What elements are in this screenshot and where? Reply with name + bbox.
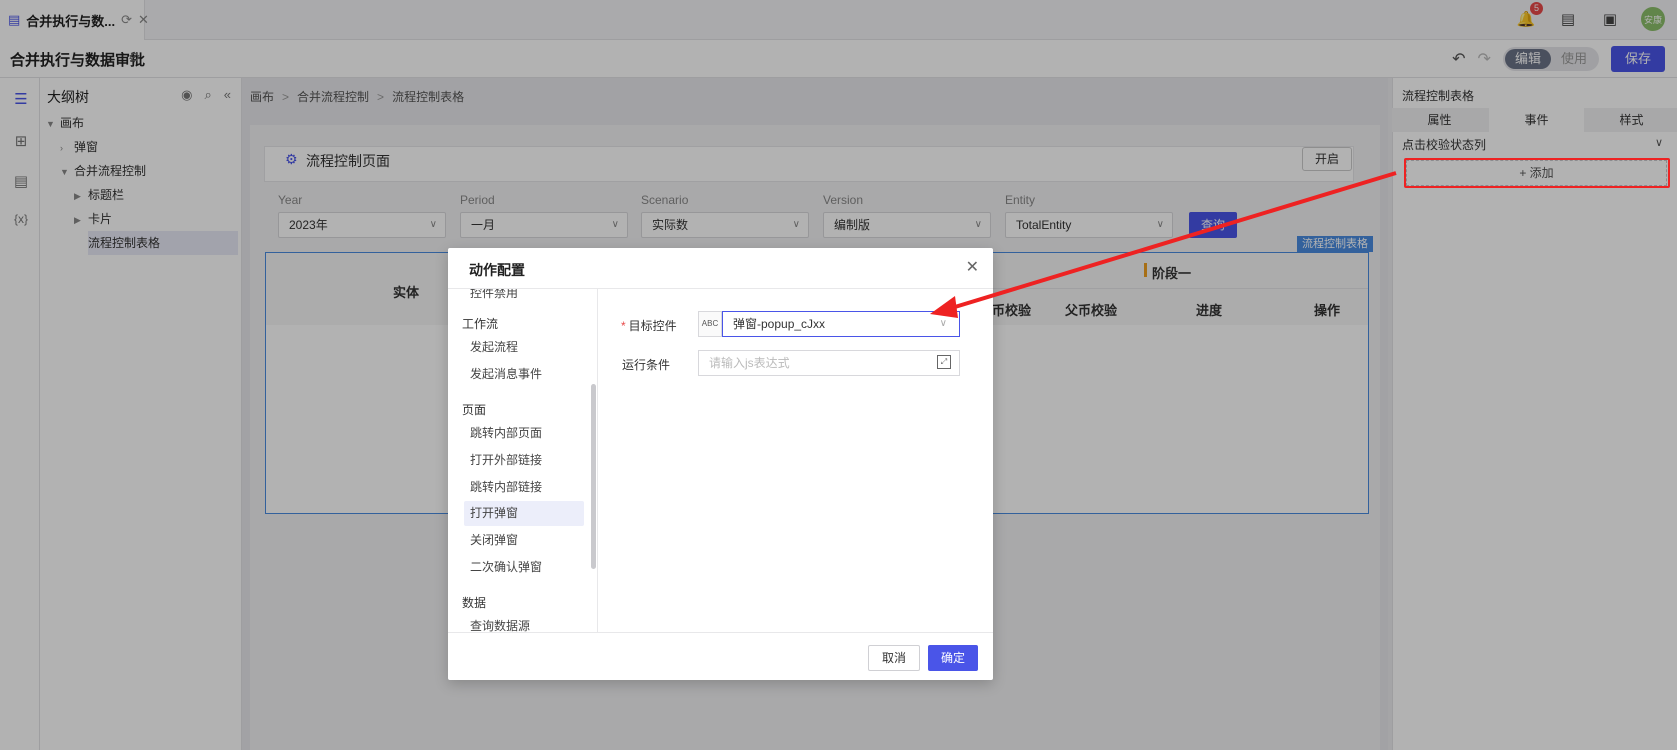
annotation-arrow (930, 171, 1397, 318)
